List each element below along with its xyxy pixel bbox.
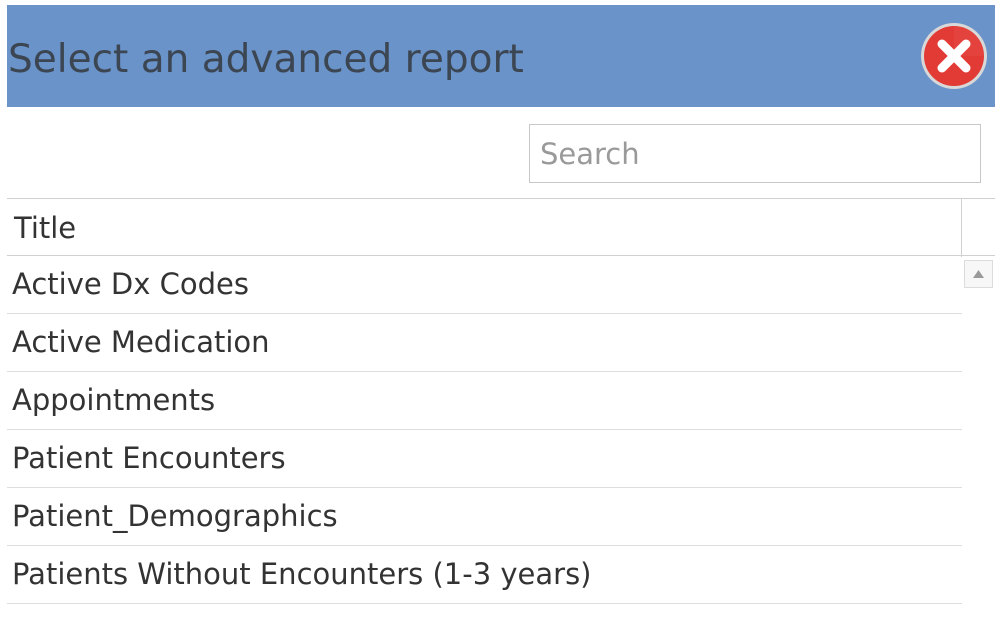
close-button[interactable] — [920, 22, 988, 90]
close-circle-icon — [921, 23, 987, 89]
report-list: Active Dx Codes Active Medication Appoin… — [7, 256, 962, 604]
row-title: Patient_Demographics — [12, 499, 338, 533]
row-title: Active Medication — [12, 325, 270, 359]
header-divider — [961, 199, 962, 257]
dialog-titlebar: Select an advanced report — [7, 5, 995, 107]
table-row[interactable]: Patients Without Encounters (1-3 years) — [7, 546, 962, 604]
dialog-title: Select an advanced report — [8, 37, 524, 82]
table-row[interactable]: Appointments — [7, 372, 962, 430]
search-box — [529, 124, 981, 183]
scroll-up-button[interactable] — [964, 260, 993, 288]
report-grid: Title Active Dx Codes Active Medication … — [7, 198, 995, 618]
grid-header: Title — [7, 198, 995, 257]
table-row[interactable]: Patient_Demographics — [7, 488, 962, 546]
table-row[interactable]: Active Dx Codes — [7, 256, 962, 314]
row-title: Active Dx Codes — [12, 267, 249, 301]
advanced-report-dialog: Select an advanced report Title Active D… — [0, 0, 1000, 618]
column-header-title[interactable]: Title — [14, 210, 76, 246]
row-title: Patient Encounters — [12, 441, 286, 475]
table-row[interactable]: Patient Encounters — [7, 430, 962, 488]
table-row[interactable]: Active Medication — [7, 314, 962, 372]
scroll-up-arrow-icon — [973, 270, 984, 278]
row-title: Appointments — [12, 383, 216, 417]
row-title: Patients Without Encounters (1-3 years) — [12, 557, 592, 591]
search-input[interactable] — [530, 125, 980, 182]
